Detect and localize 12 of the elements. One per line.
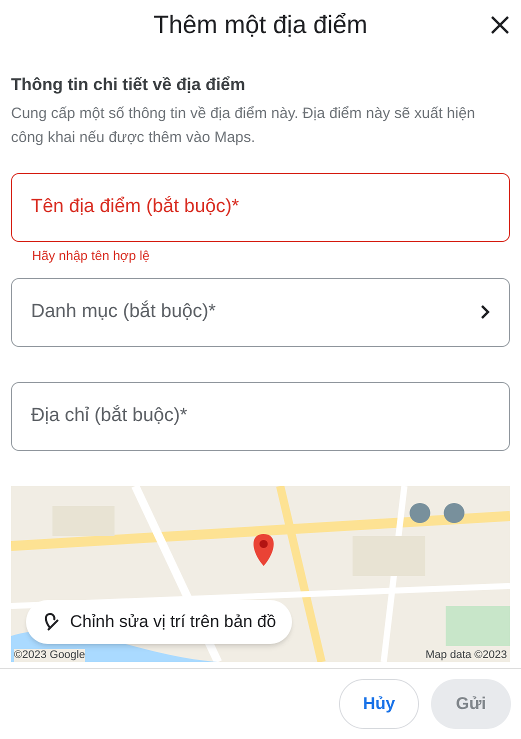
cancel-button[interactable]: Hủy (339, 679, 419, 729)
map-data-text: Map data ©2023 (426, 648, 507, 662)
edit-location-button[interactable]: Chỉnh sửa vị trí trên bản đồ (26, 600, 292, 644)
section-heading: Thông tin chi tiết về địa điểm (11, 74, 246, 96)
error-message: Hãy nhập tên hợp lệ (32, 248, 151, 262)
edit-pin-icon (42, 612, 60, 632)
section-description: Cung cấp một số thông tin về địa điểm này. Địa điểm này sẽ xuất hiện công khai nếu được thêm vào Maps. (11, 104, 476, 148)
dialog-title: Thêm một địa điểm (154, 10, 368, 42)
close-icon (490, 15, 510, 35)
chevron-right-icon (480, 304, 490, 320)
category-field[interactable]: Danh mục (bắt buộc)* (11, 278, 510, 346)
copyright-text: ©2023 Google (14, 648, 86, 662)
